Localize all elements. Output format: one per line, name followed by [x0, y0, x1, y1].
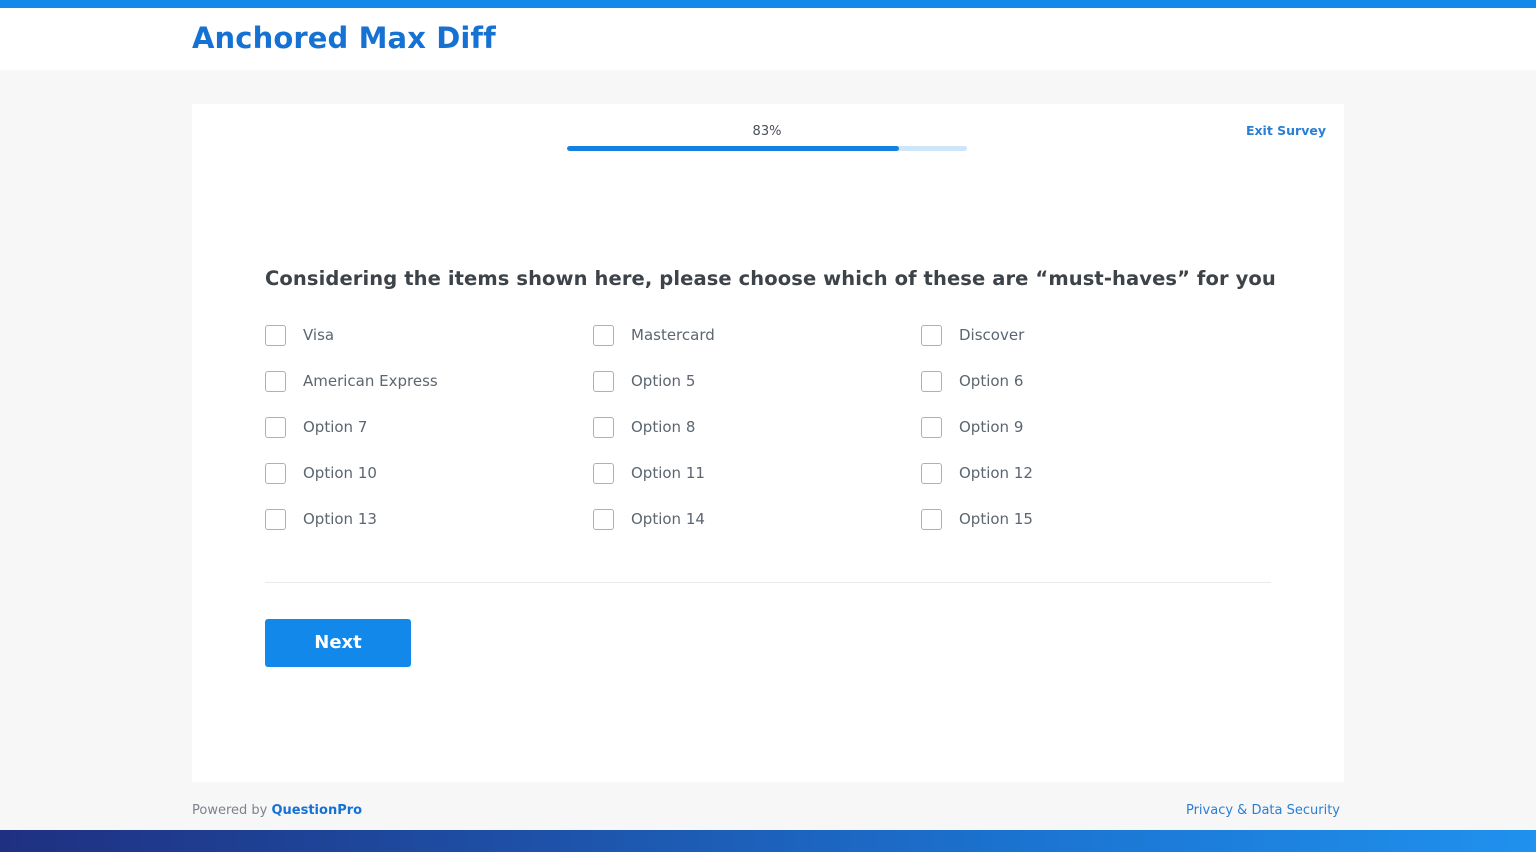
checkbox-icon[interactable]: [921, 324, 942, 346]
privacy-data-security-link[interactable]: Privacy & Data Security: [1186, 803, 1340, 818]
option-item[interactable]: Option 7: [265, 404, 593, 450]
option-item[interactable]: Option 6: [921, 358, 1249, 404]
page-title: Anchored Max Diff: [192, 21, 496, 55]
checkbox-icon[interactable]: [265, 370, 286, 392]
survey-card: 83% Exit Survey Considering the items sh…: [192, 104, 1344, 782]
option-item[interactable]: Option 5: [593, 358, 921, 404]
progress-bar-fill: [567, 146, 899, 151]
option-item[interactable]: Option 15: [921, 496, 1249, 542]
option-item[interactable]: Discover: [921, 312, 1249, 358]
option-label: Option 9: [959, 418, 1024, 436]
option-item[interactable]: Option 11: [593, 450, 921, 496]
exit-survey-link[interactable]: Exit Survey: [1246, 123, 1326, 138]
checkbox-icon[interactable]: [593, 508, 614, 530]
checkbox-icon[interactable]: [593, 370, 614, 392]
option-label: Option 6: [959, 372, 1024, 390]
bottom-gradient-bar: [0, 830, 1536, 852]
option-item[interactable]: Option 8: [593, 404, 921, 450]
option-item[interactable]: Visa: [265, 312, 593, 358]
option-label: Option 5: [631, 372, 696, 390]
checkbox-icon[interactable]: [265, 416, 286, 438]
option-item[interactable]: Option 12: [921, 450, 1249, 496]
option-label: Option 7: [303, 418, 368, 436]
option-label: Option 12: [959, 464, 1033, 482]
option-label: American Express: [303, 372, 438, 390]
checkbox-icon[interactable]: [265, 324, 286, 346]
option-label: Option 11: [631, 464, 705, 482]
option-item[interactable]: Option 14: [593, 496, 921, 542]
option-item[interactable]: Mastercard: [593, 312, 921, 358]
option-label: Option 14: [631, 510, 705, 528]
powered-by-text: Powered by QuestionPro: [192, 803, 362, 818]
powered-by-prefix: Powered by: [192, 803, 272, 818]
progress-percent-label: 83%: [752, 124, 782, 139]
progress-section: 83%: [567, 124, 967, 151]
options-checkbox-grid: Visa Mastercard Discover American Express Op…: [265, 312, 1275, 542]
option-label: Mastercard: [631, 326, 715, 344]
option-label: Visa: [303, 326, 335, 344]
option-item[interactable]: Option 13: [265, 496, 593, 542]
option-item[interactable]: Option 9: [921, 404, 1249, 450]
option-item[interactable]: Option 10: [265, 450, 593, 496]
checkbox-icon[interactable]: [265, 508, 286, 530]
checkbox-icon[interactable]: [921, 462, 942, 484]
page-header: Anchored Max Diff: [0, 8, 1536, 70]
option-label: Option 15: [959, 510, 1033, 528]
checkbox-icon[interactable]: [921, 508, 942, 530]
option-label: Discover: [959, 326, 1025, 344]
progress-bar-track: [567, 146, 967, 151]
checkbox-icon[interactable]: [265, 462, 286, 484]
checkbox-icon[interactable]: [593, 416, 614, 438]
section-divider: [265, 582, 1271, 583]
checkbox-icon[interactable]: [593, 462, 614, 484]
option-item[interactable]: American Express: [265, 358, 593, 404]
page-footer: Powered by QuestionPro Privacy & Data Se…: [0, 798, 1536, 830]
option-label: Option 13: [303, 510, 377, 528]
next-button[interactable]: Next: [265, 619, 411, 667]
checkbox-icon[interactable]: [921, 370, 942, 392]
questionpro-link[interactable]: QuestionPro: [271, 803, 362, 818]
top-accent-bar: [0, 0, 1536, 8]
option-label: Option 10: [303, 464, 377, 482]
option-label: Option 8: [631, 418, 696, 436]
question-title: Considering the items shown here, please…: [265, 267, 1276, 290]
checkbox-icon[interactable]: [593, 324, 614, 346]
checkbox-icon[interactable]: [921, 416, 942, 438]
